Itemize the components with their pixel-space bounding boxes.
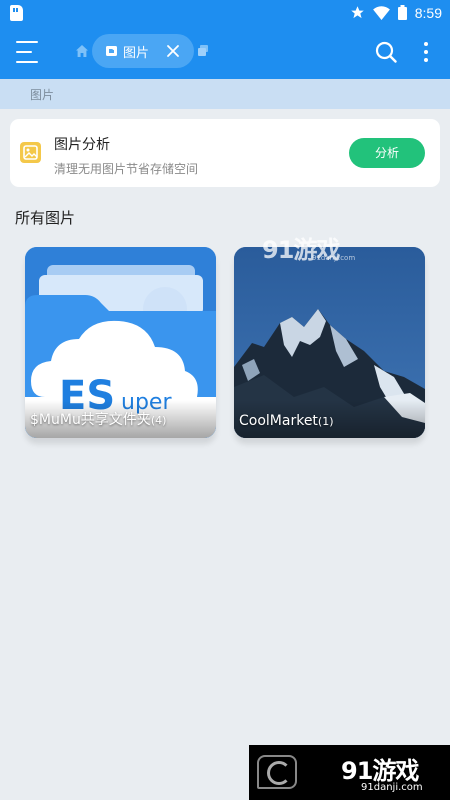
star-icon xyxy=(351,6,364,19)
wifi-icon xyxy=(372,5,390,20)
breadcrumb[interactable]: 图片 xyxy=(0,79,450,109)
watermark-subtext: 91danji.com xyxy=(361,782,423,793)
folder-name: $MuMu共享文件夹(4) xyxy=(30,412,167,428)
watermark-text: 91游戏 xyxy=(341,757,419,785)
tab-label: 图片 xyxy=(123,46,150,61)
close-icon[interactable] xyxy=(166,44,180,58)
search-icon[interactable] xyxy=(375,41,397,63)
status-bar: 8:59 xyxy=(0,0,450,25)
watermark-logo-icon xyxy=(257,755,297,789)
top-toolbar: 图片 xyxy=(0,25,450,79)
home-icon[interactable] xyxy=(76,45,88,57)
card-subtitle: 清理无用图片节省存储空间 xyxy=(54,162,199,176)
stack-icon[interactable] xyxy=(198,45,208,56)
analyze-button[interactable]: 分析 xyxy=(349,138,425,168)
tile-caption: $MuMu共享文件夹(4) xyxy=(25,400,216,438)
folder-tile[interactable]: ES uper $MuMu共享文件夹(4) xyxy=(25,247,216,438)
folder-tile[interactable]: CoolMarket(1) xyxy=(234,247,425,438)
status-time: 8:59 xyxy=(414,4,442,21)
sd-card-icon xyxy=(10,4,23,21)
folder-count: (4) xyxy=(150,414,167,427)
tab-current-folder[interactable]: 图片 xyxy=(92,34,194,68)
battery-icon xyxy=(397,5,407,20)
image-analysis-card[interactable]: 图片分析 清理无用图片节省存储空间 分析 xyxy=(10,119,440,187)
more-vertical-icon[interactable] xyxy=(420,40,432,64)
image-icon xyxy=(20,142,41,163)
card-title: 图片分析 xyxy=(54,137,110,153)
watermark-subtext: 91danji.com xyxy=(312,254,356,262)
watermark-logo: 91游戏 91danji.com xyxy=(262,230,357,265)
tile-caption: CoolMarket(1) xyxy=(234,400,425,438)
section-title: 所有图片 xyxy=(15,209,76,227)
folder-name: CoolMarket(1) xyxy=(239,413,334,429)
watermark-banner: 91游戏 91danji.com xyxy=(249,745,450,800)
menu-icon[interactable] xyxy=(16,41,40,63)
image-icon xyxy=(106,46,117,56)
folder-count: (1) xyxy=(317,415,334,428)
